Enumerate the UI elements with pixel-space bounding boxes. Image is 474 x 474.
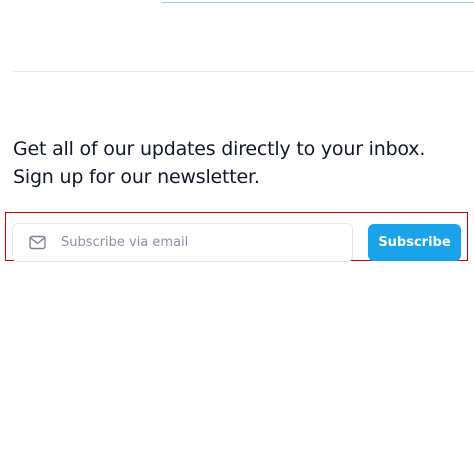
subscribe-button[interactable]: Subscribe: [368, 224, 461, 261]
newsletter-page: Get all of our updates directly to your …: [0, 0, 474, 474]
mail-icon: [29, 235, 46, 250]
email-field[interactable]: [12, 223, 353, 262]
top-accent-line: [162, 2, 474, 3]
headline-line-1: Get all of our updates directly to your …: [13, 138, 426, 160]
headline-line-2: Sign up for our newsletter.: [13, 166, 260, 188]
cropped-top-text: [14, 0, 144, 1]
section-divider: [13, 71, 474, 72]
newsletter-headline: Get all of our updates directly to your …: [13, 135, 463, 191]
email-input[interactable]: [61, 224, 346, 261]
